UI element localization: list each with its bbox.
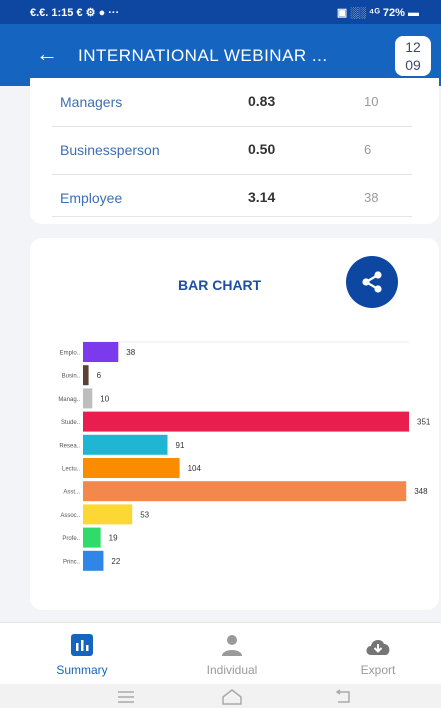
row-count: 10 bbox=[364, 94, 379, 109]
page-title: INTERNATIONAL WEBINAR ... bbox=[78, 46, 328, 65]
chart-bar bbox=[83, 342, 119, 362]
nav-individual-label: Individual bbox=[206, 663, 258, 677]
row-label: Employee bbox=[60, 190, 123, 206]
status-left: €.€. 1:15 € ⚙ ● ··· bbox=[30, 7, 120, 19]
row-label: Businessperson bbox=[60, 142, 160, 158]
chart-value-label: 38 bbox=[126, 348, 135, 357]
cloud-download-icon bbox=[366, 640, 390, 655]
chart-value-label: 6 bbox=[97, 371, 102, 380]
nav-summary[interactable]: Summary bbox=[22, 623, 142, 685]
chart-category-label: Lectu.. bbox=[62, 467, 80, 473]
chart-bar bbox=[83, 388, 93, 409]
date-badge: 12 09 bbox=[395, 36, 431, 76]
chart-category-label: Princ.. bbox=[63, 559, 80, 565]
summary-table-card: Managers 0.83 10 Businessperson 0.50 6 E… bbox=[30, 78, 439, 224]
chart-value-label: 10 bbox=[100, 394, 109, 403]
row-count: 38 bbox=[364, 190, 379, 205]
menu-icon[interactable] bbox=[116, 690, 136, 704]
person-icon bbox=[222, 635, 242, 656]
chart-category-label: Emplo.. bbox=[60, 351, 81, 357]
nav-export[interactable]: Export bbox=[318, 623, 438, 685]
table-row: Employee 3.14 38 bbox=[30, 174, 409, 222]
nav-summary-label: Summary bbox=[56, 663, 108, 677]
chart-value-label: 19 bbox=[109, 534, 118, 543]
row-value: 0.83 bbox=[248, 93, 276, 109]
chart-bar bbox=[83, 434, 168, 455]
share-button[interactable] bbox=[346, 256, 398, 308]
chart-bar bbox=[83, 458, 180, 478]
app-bar: ← INTERNATIONAL WEBINAR ... 12 09 bbox=[0, 24, 441, 86]
chart-category-label: Profe.. bbox=[62, 536, 80, 542]
chart-bar bbox=[83, 411, 409, 432]
share-icon bbox=[362, 271, 382, 293]
chart-value-label: 104 bbox=[188, 464, 202, 473]
bar-chart: Emplo.. 38 Busin.. 6 Manag.. 10 Stude.. 351 Rese… bbox=[58, 341, 431, 571]
chart-value-label: 22 bbox=[111, 557, 120, 566]
chart-value-label: 351 bbox=[417, 418, 431, 427]
nav-individual[interactable]: Individual bbox=[172, 623, 292, 685]
nav-export-label: Export bbox=[360, 663, 396, 677]
chart-value-label: 91 bbox=[176, 441, 185, 450]
row-divider bbox=[52, 216, 412, 217]
date-month: 09 bbox=[405, 57, 421, 73]
chart-title: BAR CHART bbox=[178, 277, 262, 293]
date-day: 12 bbox=[405, 39, 421, 55]
chart-bar bbox=[83, 550, 104, 571]
status-bar: €.€. 1:15 € ⚙ ● ··· ▣ ░░ ⁴ᴳ 72% ▬ bbox=[0, 0, 441, 24]
chart-bar bbox=[83, 481, 407, 502]
back-icon[interactable] bbox=[333, 689, 353, 705]
status-right: ▣ ░░ ⁴ᴳ 72% ▬ bbox=[336, 7, 419, 19]
bar-chart-card: BAR CHART Emplo.. 38 Busin.. 6 Manag.. 10 Stud… bbox=[30, 238, 439, 610]
arrow-left-icon[interactable]: ← bbox=[36, 41, 58, 67]
chart-bar bbox=[83, 504, 133, 525]
chart-category-label: Assoc.. bbox=[60, 513, 80, 519]
chart-value-label: 348 bbox=[414, 487, 428, 496]
table-row: Managers 0.83 10 bbox=[30, 78, 409, 126]
row-value: 0.50 bbox=[248, 141, 276, 157]
chart-category-label: Resea.. bbox=[59, 443, 80, 449]
chart-bar bbox=[83, 527, 101, 548]
row-count: 6 bbox=[364, 142, 372, 157]
row-value: 3.14 bbox=[248, 189, 276, 205]
bar-chart-icon bbox=[71, 634, 93, 656]
bottom-nav: Summary Individual Export bbox=[0, 622, 441, 685]
table-row: Businessperson 0.50 6 bbox=[30, 126, 409, 174]
system-nav-bar bbox=[0, 684, 441, 708]
chart-value-label: 53 bbox=[140, 510, 149, 519]
chart-category-label: Busin.. bbox=[62, 374, 81, 380]
chart-bar bbox=[83, 365, 89, 386]
chart-category-label: Manag.. bbox=[58, 397, 80, 403]
home-icon[interactable] bbox=[221, 689, 243, 705]
row-label: Managers bbox=[60, 94, 123, 110]
chart-category-label: Stude.. bbox=[61, 420, 80, 426]
chart-category-label: Asst... bbox=[63, 490, 80, 496]
